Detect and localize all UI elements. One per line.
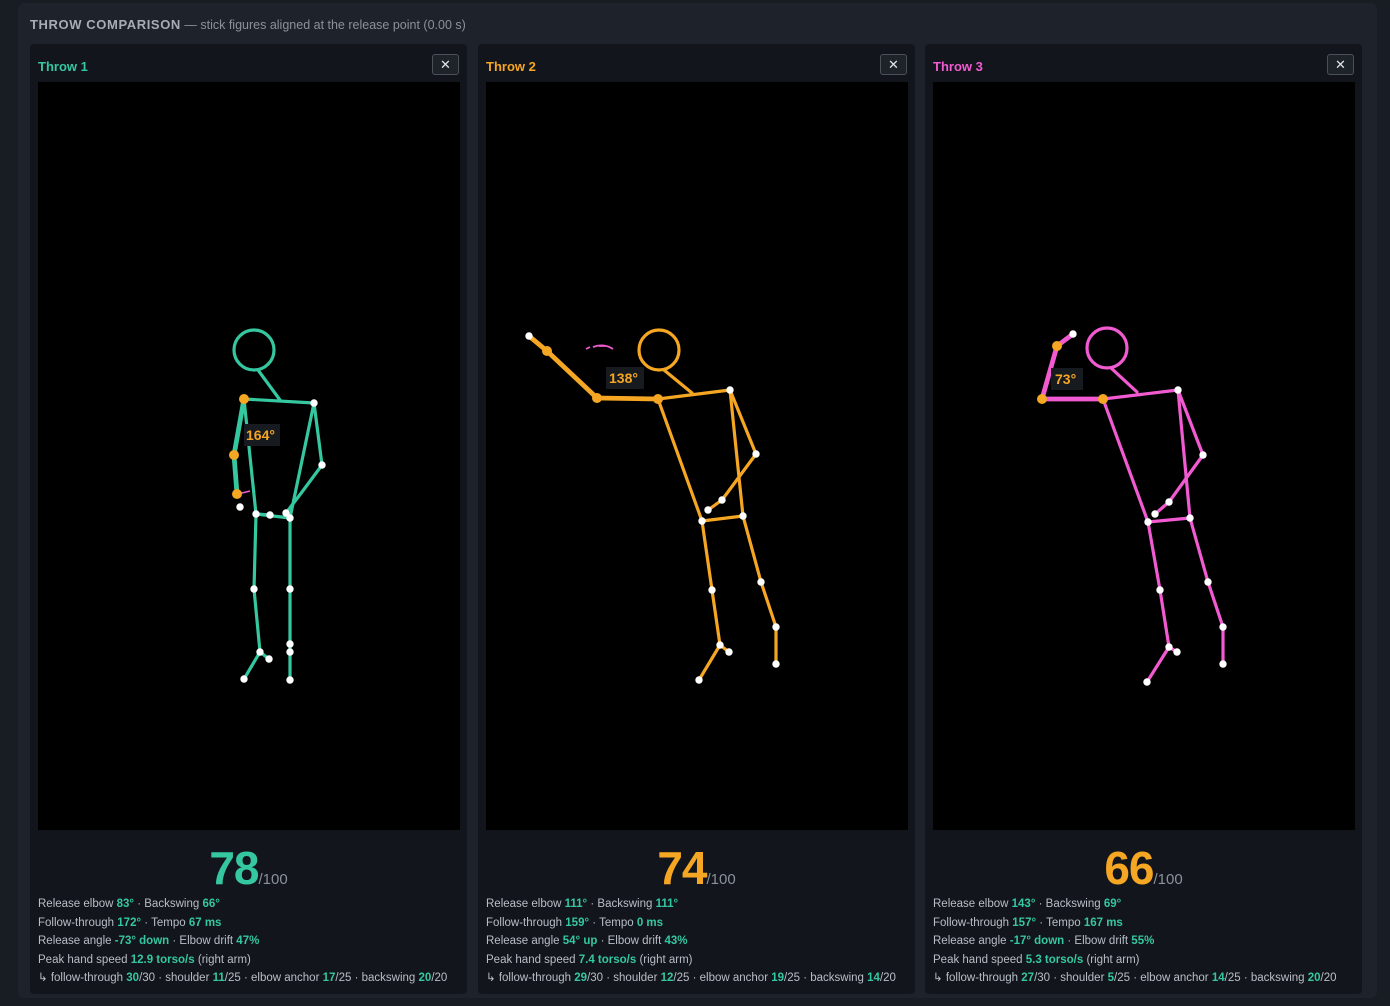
stats-line-1: Release elbow 111° · Backswing 111° <box>486 898 679 910</box>
stats-line-2: Follow-through 157° · Tempo 167 ms <box>933 916 1123 929</box>
score-suffix: /100 <box>706 871 736 888</box>
stick-figure-canvas: 73° <box>933 82 1355 830</box>
close-button[interactable]: ✕ <box>1327 54 1354 75</box>
stats-breakdown: ↳ follow-through 30/30 · shoulder 11/25 … <box>38 972 448 984</box>
stats-line-3: Release angle 54° up · Elbow drift 43% <box>486 935 688 947</box>
panel-header: THROW COMPARISON — stick figures aligned… <box>30 17 466 32</box>
close-button[interactable]: ✕ <box>432 54 459 75</box>
elbow-angle-label: 138° <box>609 370 638 386</box>
stats-line-1: Release elbow 143° · Backswing 69° <box>933 898 1122 910</box>
throw-card-1: Throw 1 ✕ 164° 78/100 Release elbow 83° … <box>30 44 467 994</box>
throw-name: Throw 2 <box>486 59 536 74</box>
stick-figure: 164° <box>229 328 326 684</box>
score: 66/100 <box>925 841 1362 895</box>
throw-stats: Release elbow 143° · Backswing 69° Follo… <box>933 895 1358 988</box>
score-suffix: /100 <box>258 871 288 888</box>
stats-line-4: Peak hand speed 12.9 torso/s (right arm) <box>38 953 251 966</box>
throw-card-3: Throw 3 ✕ 73° 66/100 Release elbow 143° … <box>925 44 1362 994</box>
throw-name: Throw 3 <box>933 59 983 74</box>
stats-line-2: Follow-through 172° · Tempo 67 ms <box>38 916 222 929</box>
throw-stats: Release elbow 111° · Backswing 111° Foll… <box>486 895 911 988</box>
throw-comparison-panel: THROW COMPARISON — stick figures aligned… <box>18 3 1377 998</box>
score-suffix: /100 <box>1153 871 1183 888</box>
elbow-angle-label: 73° <box>1055 371 1076 387</box>
score: 74/100 <box>478 841 915 895</box>
score-value: 78 <box>209 842 259 894</box>
stats-line-1: Release elbow 83° · Backswing 66° <box>38 898 220 910</box>
score-value: 74 <box>657 842 707 894</box>
stats-line-3: Release angle -73° down · Elbow drift 47… <box>38 935 260 947</box>
stats-breakdown: ↳ follow-through 27/30 · shoulder 5/25 ·… <box>933 972 1337 984</box>
throw-stats: Release elbow 83° · Backswing 66° Follow… <box>38 895 463 988</box>
stats-line-2: Follow-through 159° · Tempo 0 ms <box>486 916 664 929</box>
throw-card-2: Throw 2 ✕ 138° 74/100 Release elbow 111°… <box>478 44 915 994</box>
stats-line-4: Peak hand speed 7.4 torso/s (right arm) <box>486 953 693 966</box>
stick-figure: 73° <box>1037 326 1227 686</box>
stats-breakdown: ↳ follow-through 29/30 · shoulder 12/25 … <box>486 972 896 984</box>
close-button[interactable]: ✕ <box>880 54 907 75</box>
elbow-angle-label: 164° <box>246 427 275 443</box>
panel-subtitle: — stick figures aligned at the release p… <box>184 18 466 32</box>
score: 78/100 <box>30 841 467 895</box>
stats-line-4: Peak hand speed 5.3 torso/s (right arm) <box>933 953 1140 966</box>
stats-line-3: Release angle -17° down · Elbow drift 55… <box>933 935 1155 947</box>
throw-name: Throw 1 <box>38 59 88 74</box>
stick-figure-canvas: 164° <box>38 82 460 830</box>
stick-figure: 138° <box>525 328 780 684</box>
panel-title: THROW COMPARISON <box>30 17 181 32</box>
stick-figure-canvas: 138° <box>486 82 908 830</box>
score-value: 66 <box>1104 842 1154 894</box>
